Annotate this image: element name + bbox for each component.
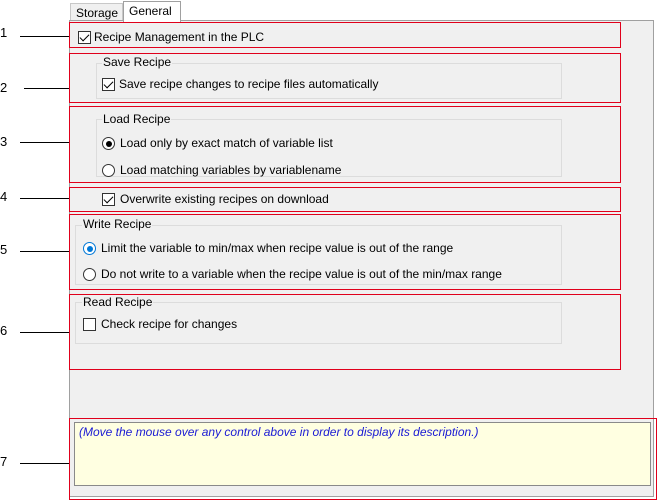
load-exact-radio[interactable]	[102, 137, 115, 150]
leader-line-3	[20, 142, 76, 143]
callout-7: 7	[0, 454, 8, 469]
load-by-name-label: Load matching variables by variablename	[120, 163, 342, 177]
leader-line-7	[20, 463, 75, 464]
callout-6: 6	[0, 323, 8, 338]
write-skip-label: Do not write to a variable when the reci…	[101, 267, 502, 281]
callout-1: 1	[0, 25, 8, 40]
check-changes-checkbox[interactable]	[83, 318, 96, 331]
load-exact-label: Load only by exact match of variable lis…	[120, 136, 333, 150]
write-limit-radio[interactable]	[83, 242, 96, 255]
plc-checkbox[interactable]	[78, 31, 91, 44]
description-box: (Move the mouse over any control above i…	[74, 422, 651, 486]
leader-line-6	[20, 332, 75, 333]
check-changes-label: Check recipe for changes	[101, 317, 238, 331]
write-limit-label: Limit the variable to min/max when recip…	[101, 241, 454, 255]
leader-line-4	[20, 198, 70, 199]
read-recipe-title: Read Recipe	[82, 295, 154, 309]
write-skip-radio[interactable]	[83, 268, 96, 281]
overwrite-checkbox[interactable]	[102, 193, 115, 206]
callout-4: 4	[0, 189, 8, 204]
callout-2: 2	[0, 80, 8, 95]
auto-save-label: Save recipe changes to recipe files auto…	[119, 77, 379, 91]
load-recipe-title: Load Recipe	[102, 112, 172, 126]
callout-5: 5	[0, 242, 8, 257]
write-recipe-title: Write Recipe	[82, 217, 153, 231]
auto-save-checkbox[interactable]	[102, 78, 115, 91]
callout-3: 3	[0, 134, 8, 149]
tab-storage[interactable]: Storage	[70, 3, 123, 21]
save-recipe-title: Save Recipe	[102, 55, 173, 69]
load-by-name-radio[interactable]	[102, 164, 115, 177]
overwrite-label: Overwrite existing recipes on download	[120, 192, 329, 206]
leader-line-1	[20, 36, 75, 37]
tab-general[interactable]: General	[123, 1, 181, 22]
leader-line-5	[20, 251, 71, 252]
description-text: (Move the mouse over any control above i…	[79, 425, 479, 439]
plc-label: Recipe Management in the PLC	[94, 30, 265, 44]
